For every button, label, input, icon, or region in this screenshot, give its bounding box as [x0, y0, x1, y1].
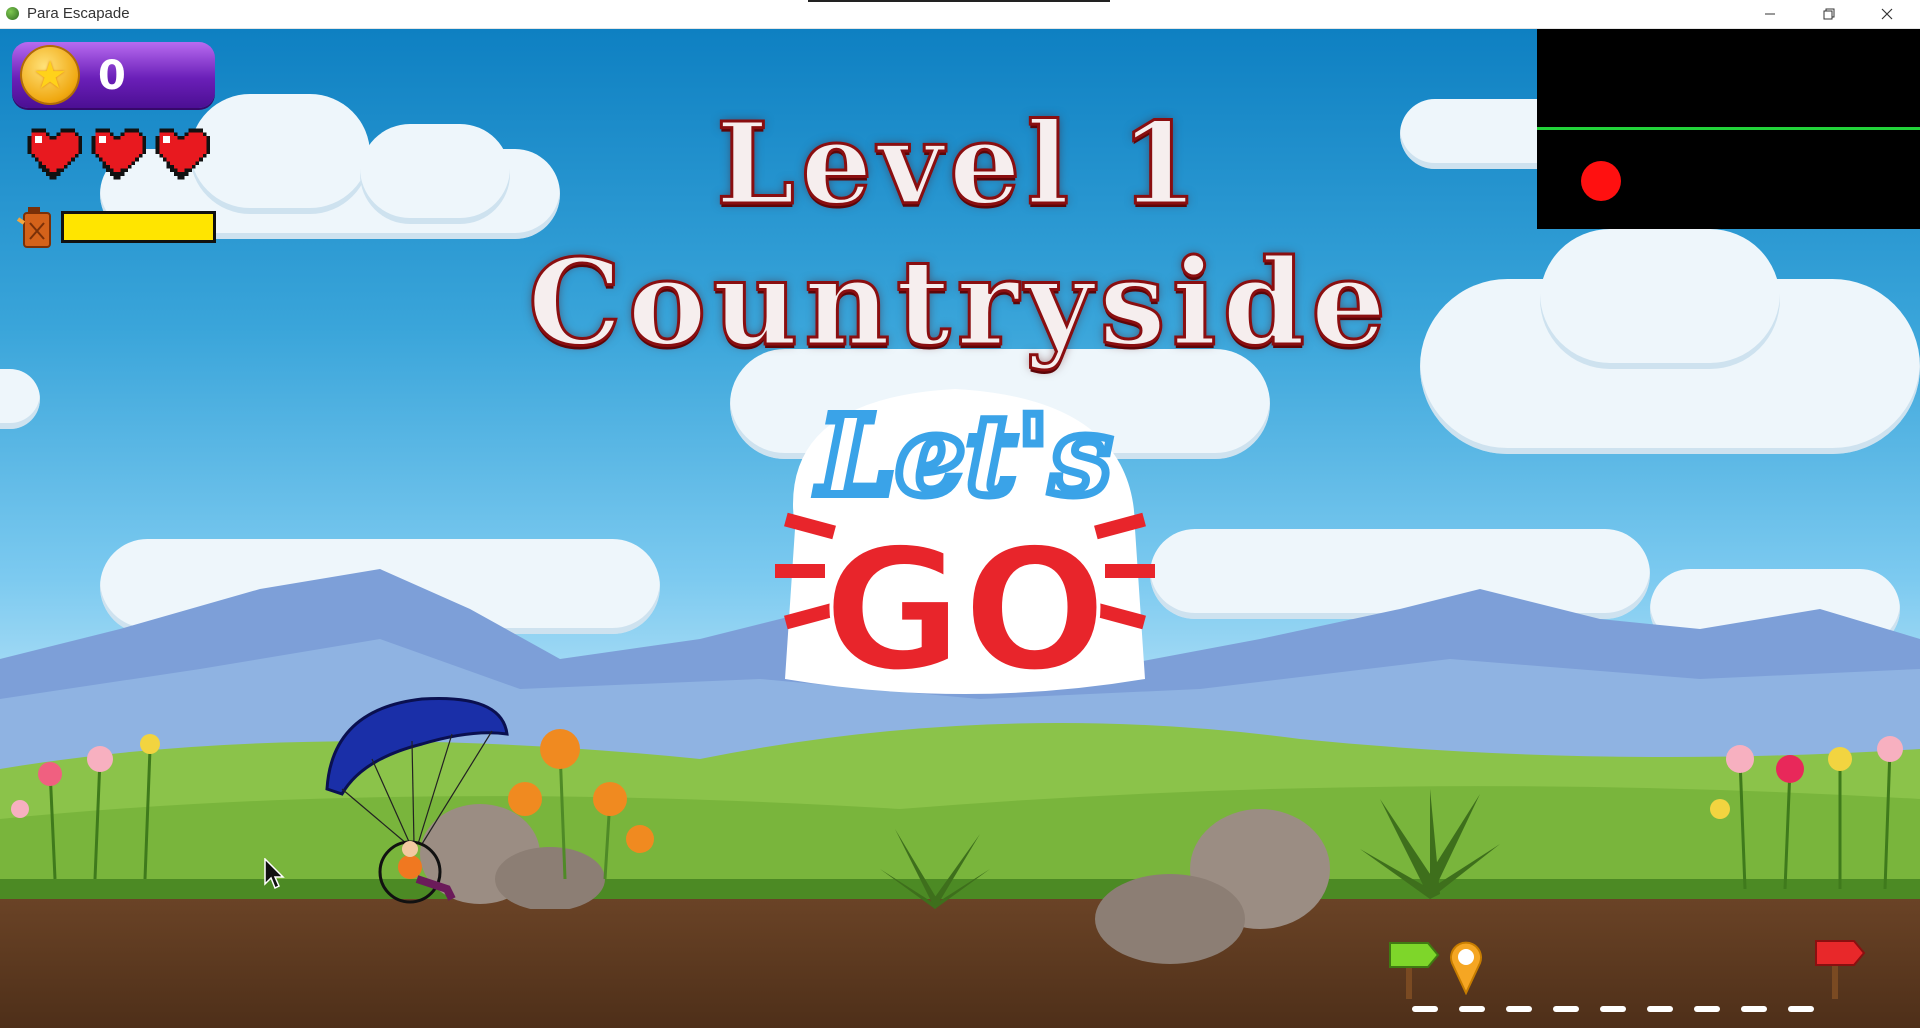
mouse-cursor-icon — [264, 858, 285, 890]
lets-text: Let's — [815, 391, 1112, 520]
title-bar: Para Escapade — [0, 0, 1920, 29]
agave-plant — [1360, 789, 1500, 899]
fuel-can-icon — [16, 207, 51, 248]
app-icon — [6, 7, 19, 20]
progress-dash — [1600, 1006, 1626, 1012]
progress-dash — [1788, 1006, 1814, 1012]
progress-dash — [1506, 1006, 1532, 1012]
level-subtitle: Countryside — [526, 232, 1393, 374]
game-canvas[interactable]: Level 1 Countryside Let's GO ★ 0 — [0, 29, 1920, 1028]
player-paraglider — [325, 696, 509, 904]
restore-button[interactable] — [1806, 0, 1852, 28]
agave-plant — [880, 829, 990, 909]
window-title: Para Escapade — [27, 5, 130, 22]
fuel-gauge — [61, 211, 216, 243]
flowers-right — [1710, 736, 1903, 890]
heart-icon — [155, 128, 210, 180]
finish-flag-icon — [1815, 940, 1866, 999]
heart-icon — [91, 128, 146, 180]
progress-dash — [1553, 1006, 1579, 1012]
fuel-gauge-fill — [64, 214, 213, 240]
close-button[interactable] — [1864, 0, 1910, 28]
flowers-orange — [508, 729, 654, 880]
lives-display — [24, 125, 210, 185]
progress-dash — [1459, 1006, 1485, 1012]
lets-go-banner: Let's GO — [775, 387, 1155, 712]
restore-icon — [1823, 8, 1835, 20]
rock — [1095, 809, 1330, 964]
progress-dash — [1647, 1006, 1673, 1012]
heart-icon — [27, 128, 82, 180]
minimap-path-line — [1537, 127, 1920, 130]
progress-dash — [1694, 1006, 1720, 1012]
start-flag-icon — [1389, 942, 1440, 999]
coin-count: 0 — [98, 53, 126, 99]
close-icon — [1881, 8, 1893, 20]
minimize-icon — [1765, 13, 1775, 15]
level-progress-track — [1412, 1006, 1816, 1014]
coin-counter: ★ 0 — [12, 42, 215, 108]
drag-indicator — [808, 0, 1110, 2]
minimize-button[interactable] — [1747, 0, 1793, 28]
progress-marker-icon — [1450, 941, 1482, 995]
go-text: GO — [823, 512, 1107, 710]
minimap — [1537, 29, 1920, 229]
minimap-player-dot — [1581, 161, 1621, 201]
progress-dash — [1412, 1006, 1438, 1012]
star-coin-icon: ★ — [22, 47, 78, 103]
flowers-left — [11, 734, 160, 880]
cloud — [0, 369, 40, 429]
progress-dash — [1741, 1006, 1767, 1012]
